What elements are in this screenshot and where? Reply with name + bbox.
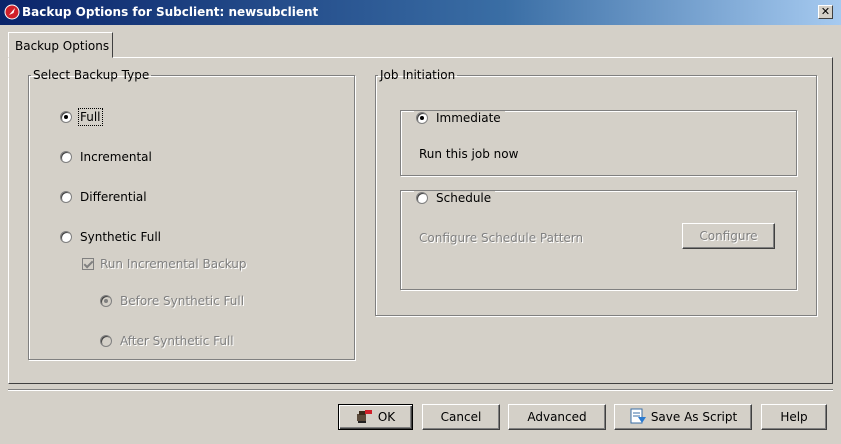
- radio-after-synthetic-full[interactable]: After Synthetic Full: [100, 334, 234, 348]
- run-icon: [356, 408, 374, 427]
- footer-divider: [8, 389, 833, 391]
- close-icon: ✕: [820, 5, 831, 18]
- radio-after-synthetic-full-indicator[interactable]: [100, 335, 112, 347]
- radio-differential-indicator[interactable]: [60, 191, 72, 203]
- radio-synthetic-full-indicator[interactable]: [60, 231, 72, 243]
- radio-before-synthetic-full[interactable]: Before Synthetic Full: [100, 294, 244, 308]
- ok-button-label: OK: [377, 410, 396, 424]
- radio-immediate[interactable]: Immediate: [414, 111, 505, 125]
- help-button[interactable]: Help: [761, 404, 827, 430]
- advanced-button[interactable]: Advanced: [508, 404, 606, 430]
- cancel-button-label: Cancel: [440, 410, 482, 424]
- radio-schedule-label: Schedule: [436, 191, 492, 205]
- radio-full[interactable]: Full: [60, 108, 103, 126]
- radio-synthetic-full-label: Synthetic Full: [80, 230, 161, 244]
- run-incremental-label: Run Incremental Backup: [100, 257, 247, 271]
- ok-button[interactable]: OK: [338, 404, 413, 430]
- radio-after-synthetic-full-label: After Synthetic Full: [120, 334, 234, 348]
- title-bar[interactable]: Backup Options for Subclient: newsubclie…: [0, 0, 841, 25]
- radio-full-label: Full: [78, 108, 103, 126]
- radio-synthetic-full[interactable]: Synthetic Full: [60, 230, 161, 244]
- script-icon: [629, 408, 647, 427]
- tab-backup-options[interactable]: Backup Options: [8, 32, 113, 58]
- radio-incremental-label: Incremental: [80, 150, 152, 164]
- help-button-label: Help: [780, 410, 808, 424]
- tab-panel: Select Backup Type Full Incremental Diff…: [8, 57, 833, 384]
- save-as-script-label: Save As Script: [650, 410, 738, 424]
- advanced-button-label: Advanced: [527, 410, 587, 424]
- radio-schedule[interactable]: Schedule: [414, 191, 496, 205]
- job-initiation-legend: Job Initiation: [380, 68, 456, 82]
- radio-differential-label: Differential: [80, 190, 147, 204]
- tab-label: Backup Options: [15, 39, 110, 53]
- radio-full-indicator[interactable]: [60, 111, 72, 123]
- immediate-description: Run this job now: [419, 147, 519, 161]
- radio-immediate-indicator[interactable]: [416, 112, 428, 124]
- save-as-script-button[interactable]: Save As Script: [614, 404, 752, 430]
- cancel-button[interactable]: Cancel: [422, 404, 500, 430]
- run-incremental-checkbox-box[interactable]: [82, 258, 94, 270]
- radio-before-synthetic-full-indicator[interactable]: [100, 295, 112, 307]
- radio-immediate-label: Immediate: [436, 111, 501, 125]
- configure-button-label: Configure: [699, 229, 758, 243]
- configure-button[interactable]: Configure: [682, 223, 775, 249]
- radio-schedule-indicator[interactable]: [416, 192, 428, 204]
- radio-incremental-indicator[interactable]: [60, 151, 72, 163]
- radio-differential[interactable]: Differential: [60, 190, 147, 204]
- backup-options-dialog: Backup Options for Subclient: newsubclie…: [0, 0, 841, 444]
- radio-before-synthetic-full-label: Before Synthetic Full: [120, 294, 245, 308]
- radio-incremental[interactable]: Incremental: [60, 150, 152, 164]
- schedule-description: Configure Schedule Pattern: [419, 231, 584, 245]
- backup-type-legend: Select Backup Type: [33, 68, 150, 82]
- window-title: Backup Options for Subclient: newsubclie…: [22, 5, 319, 19]
- run-incremental-checkbox[interactable]: Run Incremental Backup: [82, 257, 247, 271]
- app-logo-icon: [4, 4, 20, 20]
- close-button[interactable]: ✕: [818, 5, 833, 19]
